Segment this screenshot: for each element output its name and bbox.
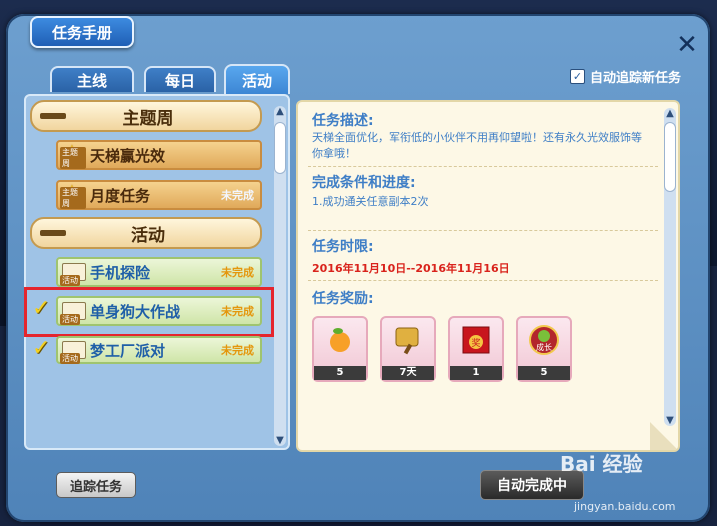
collapse-icon[interactable] xyxy=(40,230,66,236)
page-fold-corner xyxy=(650,422,678,450)
tab-events[interactable]: 活动 xyxy=(224,64,290,94)
time-limit-title: 任务时限: xyxy=(312,239,374,255)
scroll-icon: 活动 xyxy=(60,260,86,286)
divider xyxy=(308,280,658,281)
list-item[interactable]: ★主题周 天梯赢光效 xyxy=(56,140,262,170)
list-item[interactable]: ★主题周 月度任务 未完成 xyxy=(56,180,262,210)
svg-text:奖: 奖 xyxy=(471,337,480,349)
red-envelope-icon: 奖 xyxy=(460,324,492,356)
description-title: 任务描述: xyxy=(312,113,374,129)
checkbox-checked-icon[interactable]: ✓ xyxy=(570,69,585,84)
growth-apple-icon: 成长 xyxy=(528,324,560,356)
close-icon[interactable]: ✕ xyxy=(674,32,700,58)
scroll-down-icon[interactable]: ▼ xyxy=(664,415,676,426)
divider xyxy=(308,166,658,167)
scroll-up-icon[interactable]: ▲ xyxy=(664,108,676,119)
watermark-brand: Bai 经验 xyxy=(560,452,643,476)
reward-slot[interactable]: 成长 5 xyxy=(516,316,572,382)
section-events[interactable]: 活动 xyxy=(30,217,262,249)
reward-slot[interactable]: 7天 xyxy=(380,316,436,382)
detail-scrollbar[interactable]: ▲ ▼ xyxy=(664,108,676,426)
star-icon: ★主题周 xyxy=(60,180,86,209)
reward-title: 任务奖励: xyxy=(312,291,374,307)
task-list-scrollbar[interactable]: ▲ ▼ xyxy=(274,106,286,446)
scroll-thumb[interactable] xyxy=(664,122,676,192)
watermark-url: jingyan.baidu.com xyxy=(574,500,676,513)
star-icon: ★主题周 xyxy=(60,140,86,169)
scroll-up-icon[interactable]: ▲ xyxy=(274,106,286,117)
scroll-thumb[interactable] xyxy=(274,122,286,174)
reward-slot[interactable]: 奖 1 xyxy=(448,316,504,382)
section-label: 活动 xyxy=(131,225,165,246)
completed-check-icon: ✓ xyxy=(32,336,51,361)
tab-daily[interactable]: 每日 xyxy=(144,66,216,92)
conditions-title: 完成条件和进度: xyxy=(312,175,416,191)
section-theme-week[interactable]: 主题周 xyxy=(30,100,262,132)
scroll-down-icon[interactable]: ▼ xyxy=(274,435,286,446)
tab-main-line[interactable]: 主线 xyxy=(50,66,134,92)
section-label: 主题周 xyxy=(122,108,174,129)
task-detail-panel: 任务描述: 天梯全面优化，军衔低的小伙伴不用再仰望啦！还有永久光效服饰等你拿哦！… xyxy=(296,100,680,452)
auto-track-label: 自动追踪新任务 xyxy=(590,71,682,86)
window-title: 任务手册 xyxy=(30,16,134,48)
selection-highlight xyxy=(24,287,274,337)
reward-slot[interactable]: 5 xyxy=(312,316,368,382)
golden-fan-icon xyxy=(392,324,424,356)
orange-fruit-icon xyxy=(324,324,356,356)
list-item[interactable]: 活动 梦工厂派对 未完成 xyxy=(56,336,262,364)
scroll-icon: 活动 xyxy=(60,338,86,364)
auto-track-toggle[interactable]: ✓ 自动追踪新任务 xyxy=(570,67,681,86)
time-limit-text: 2016年11月10日--2016年11月16日 xyxy=(312,262,510,275)
svg-text:成长: 成长 xyxy=(536,342,552,352)
track-task-button[interactable]: 追踪任务 xyxy=(56,472,136,498)
collapse-icon[interactable] xyxy=(40,113,66,119)
divider xyxy=(308,230,658,231)
list-item[interactable]: 活动 手机探险 未完成 xyxy=(56,257,262,287)
description-text: 天梯全面优化，军衔低的小伙伴不用再仰望啦！还有永久光效服饰等你拿哦！ xyxy=(312,131,642,160)
conditions-text: 1.成功通关任意副本2次 xyxy=(312,195,429,208)
